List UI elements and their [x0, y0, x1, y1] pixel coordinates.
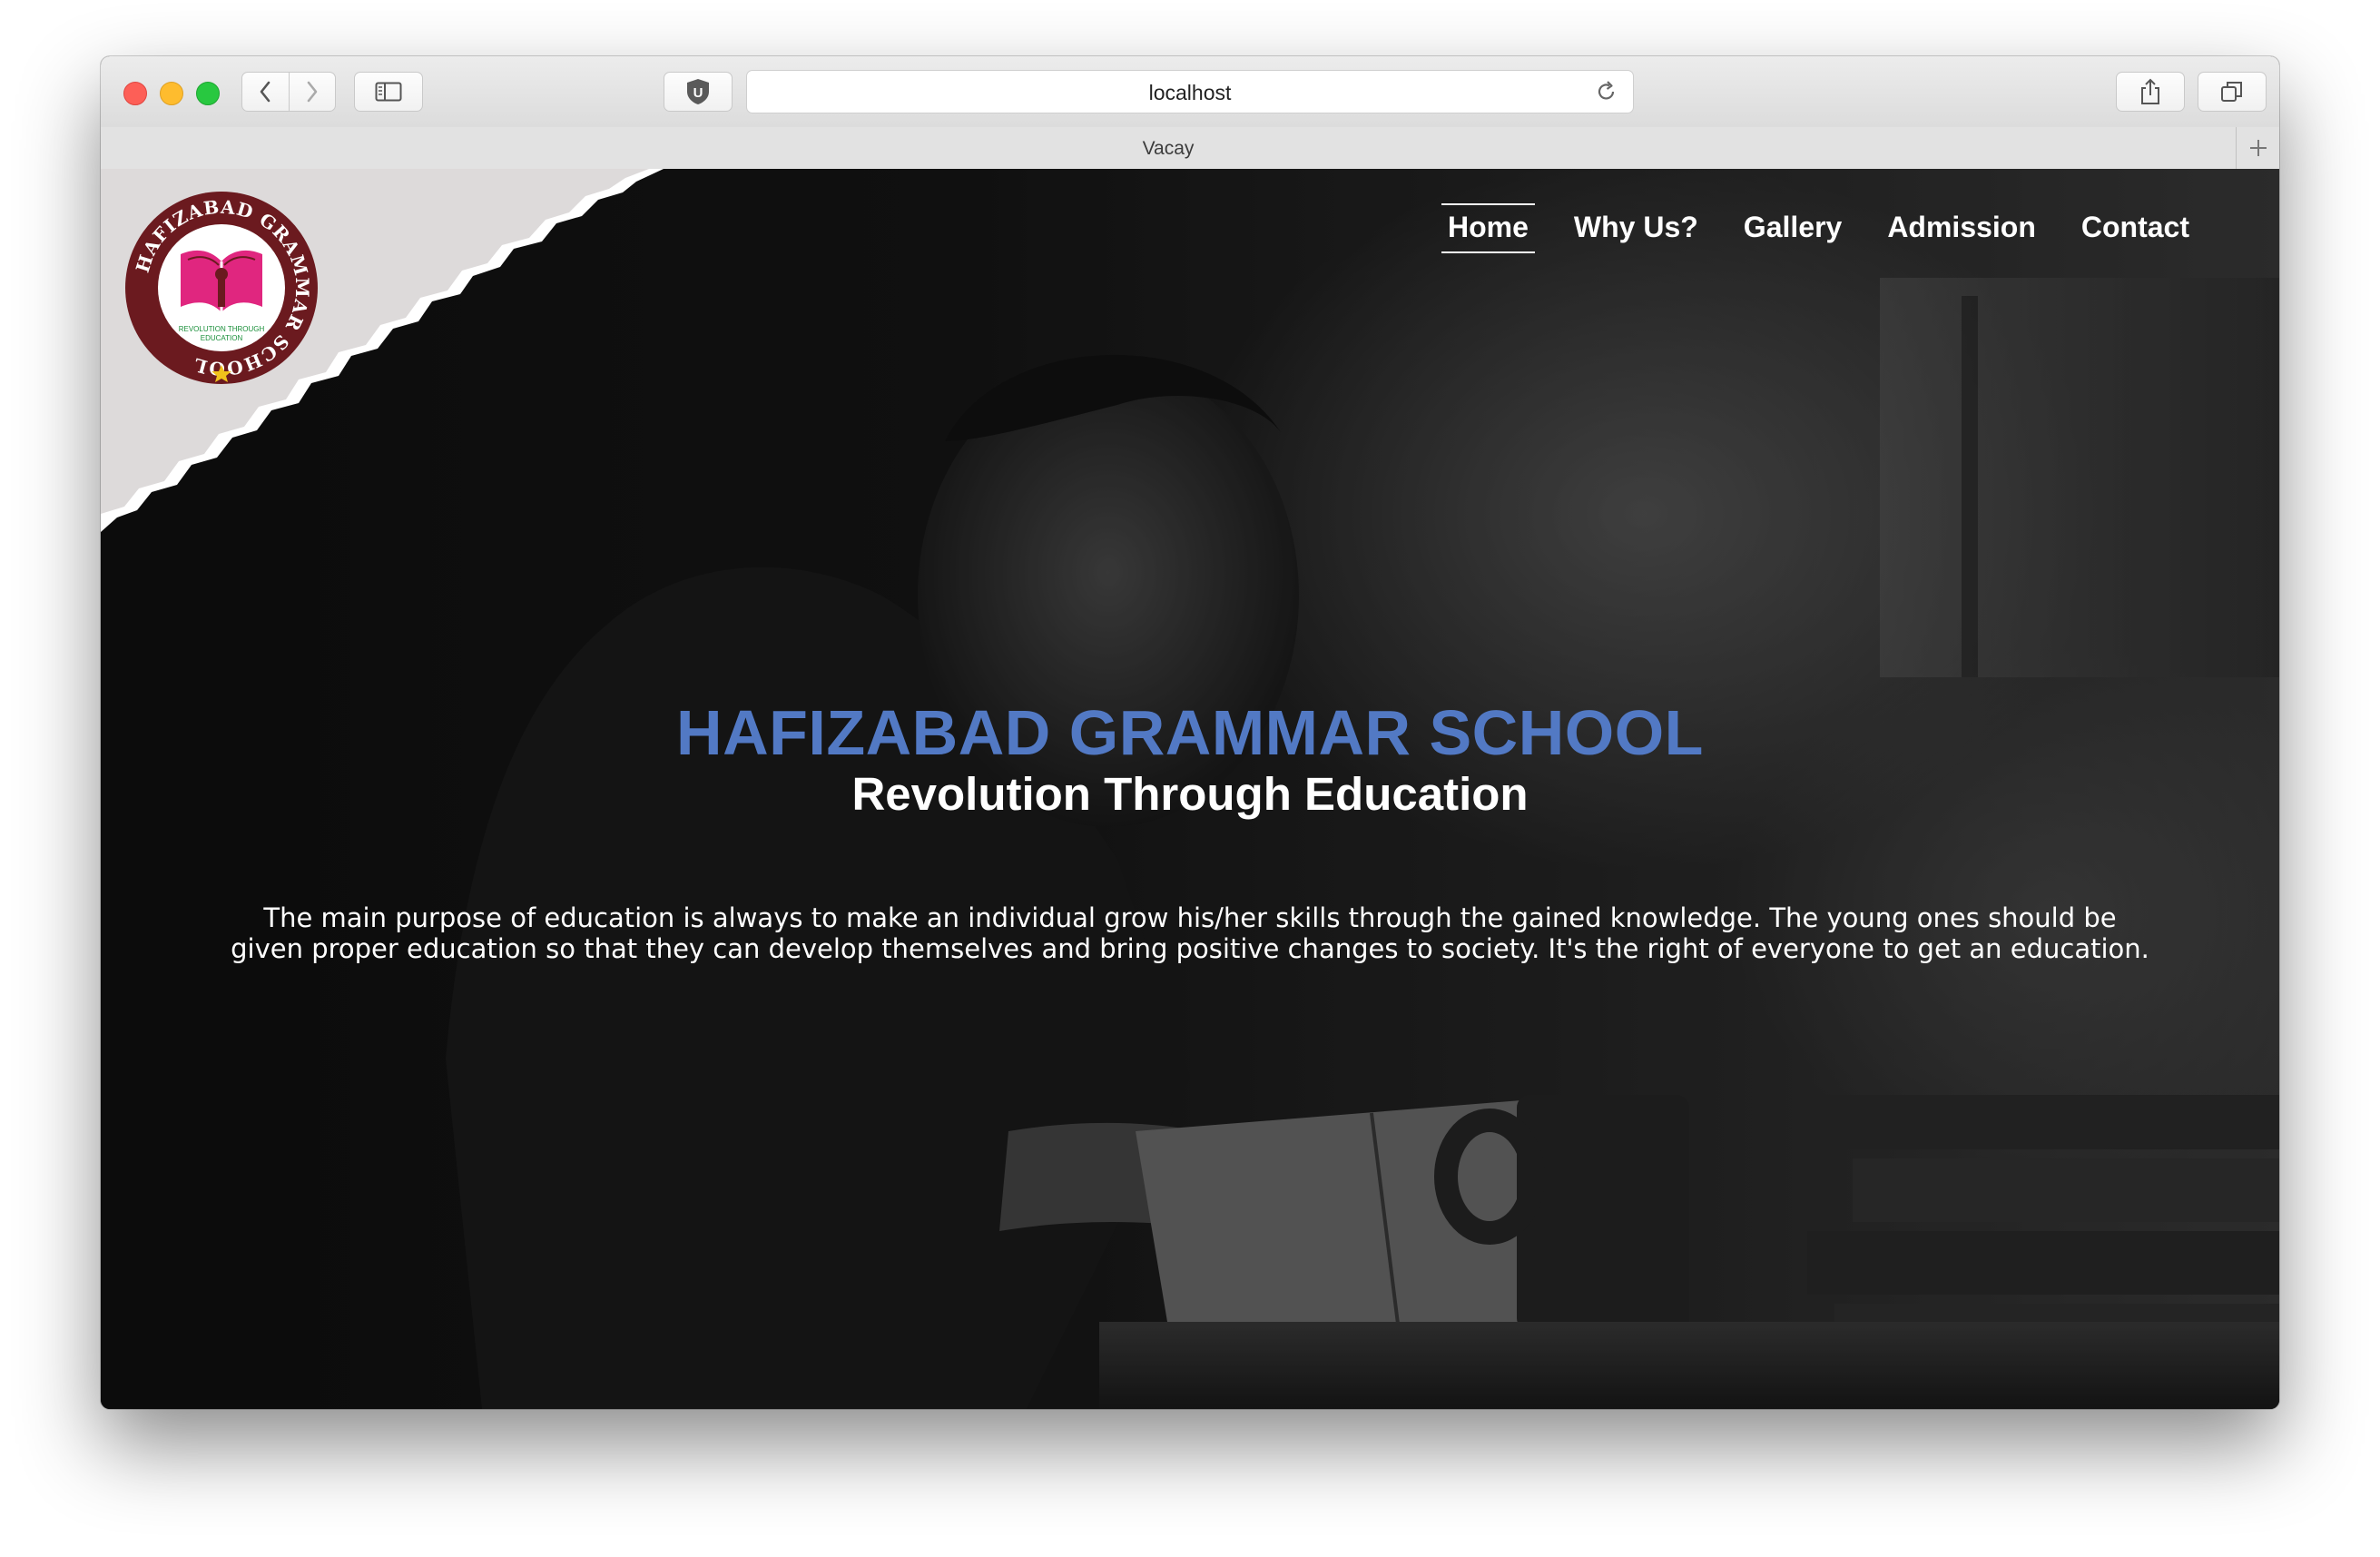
- back-button[interactable]: [242, 73, 289, 111]
- nav-home[interactable]: Home: [1441, 203, 1535, 253]
- browser-window: U localhost Vacay HAFIZABAD GRAMMAR SCHO…: [101, 56, 2279, 1409]
- show-tabs-button[interactable]: [2198, 72, 2267, 112]
- page-viewport: HAFIZABAD GRAMMAR SCHOOL REVOLUTION THRO…: [101, 169, 2279, 1409]
- hero-title: HAFIZABAD GRAMMAR SCHOOL: [676, 697, 1704, 768]
- nav-contact[interactable]: Contact: [2075, 203, 2196, 253]
- tab-bar: Vacay: [101, 127, 2279, 170]
- sidebar-icon: [375, 82, 402, 102]
- url-text: localhost: [1148, 81, 1232, 104]
- logo-motto-line1: REVOLUTION THROUGH: [179, 325, 265, 333]
- chevron-left-icon: [260, 81, 270, 103]
- logo-motto-line2: EDUCATION: [201, 334, 243, 342]
- hero-description: The main purpose of education is always …: [231, 902, 2149, 964]
- svg-text:U: U: [693, 85, 703, 101]
- nav-why-us[interactable]: Why Us?: [1568, 203, 1705, 253]
- nav-admission[interactable]: Admission: [1881, 203, 2042, 253]
- address-bar[interactable]: localhost: [746, 70, 1634, 113]
- tabs-overview-icon: [2221, 82, 2242, 102]
- browser-toolbar: U localhost: [101, 56, 2279, 128]
- reload-icon[interactable]: [1595, 80, 1618, 103]
- window-minimize-button[interactable]: [160, 82, 183, 105]
- window-zoom-button[interactable]: [196, 82, 220, 105]
- chevron-right-icon: [307, 81, 318, 103]
- plus-icon: [2249, 140, 2267, 156]
- window-close-button[interactable]: [123, 82, 147, 105]
- forward-button[interactable]: [288, 73, 336, 111]
- extension-button[interactable]: U: [664, 72, 733, 112]
- nav-gallery[interactable]: Gallery: [1737, 203, 1849, 253]
- hero-subtitle: Revolution Through Education: [851, 768, 1529, 820]
- new-tab-button[interactable]: [2236, 127, 2279, 169]
- share-button[interactable]: [2116, 72, 2185, 112]
- school-logo[interactable]: HAFIZABAD GRAMMAR SCHOOL REVOLUTION THRO…: [124, 191, 319, 385]
- main-nav: Home Why Us? Gallery Admission Contact: [1409, 203, 2196, 253]
- tab-active[interactable]: Vacay: [101, 138, 2236, 160]
- shield-extension-icon: U: [687, 79, 709, 104]
- share-icon: [2141, 78, 2159, 104]
- history-nav-group: [241, 72, 336, 112]
- sidebar-toggle-button[interactable]: [354, 72, 423, 112]
